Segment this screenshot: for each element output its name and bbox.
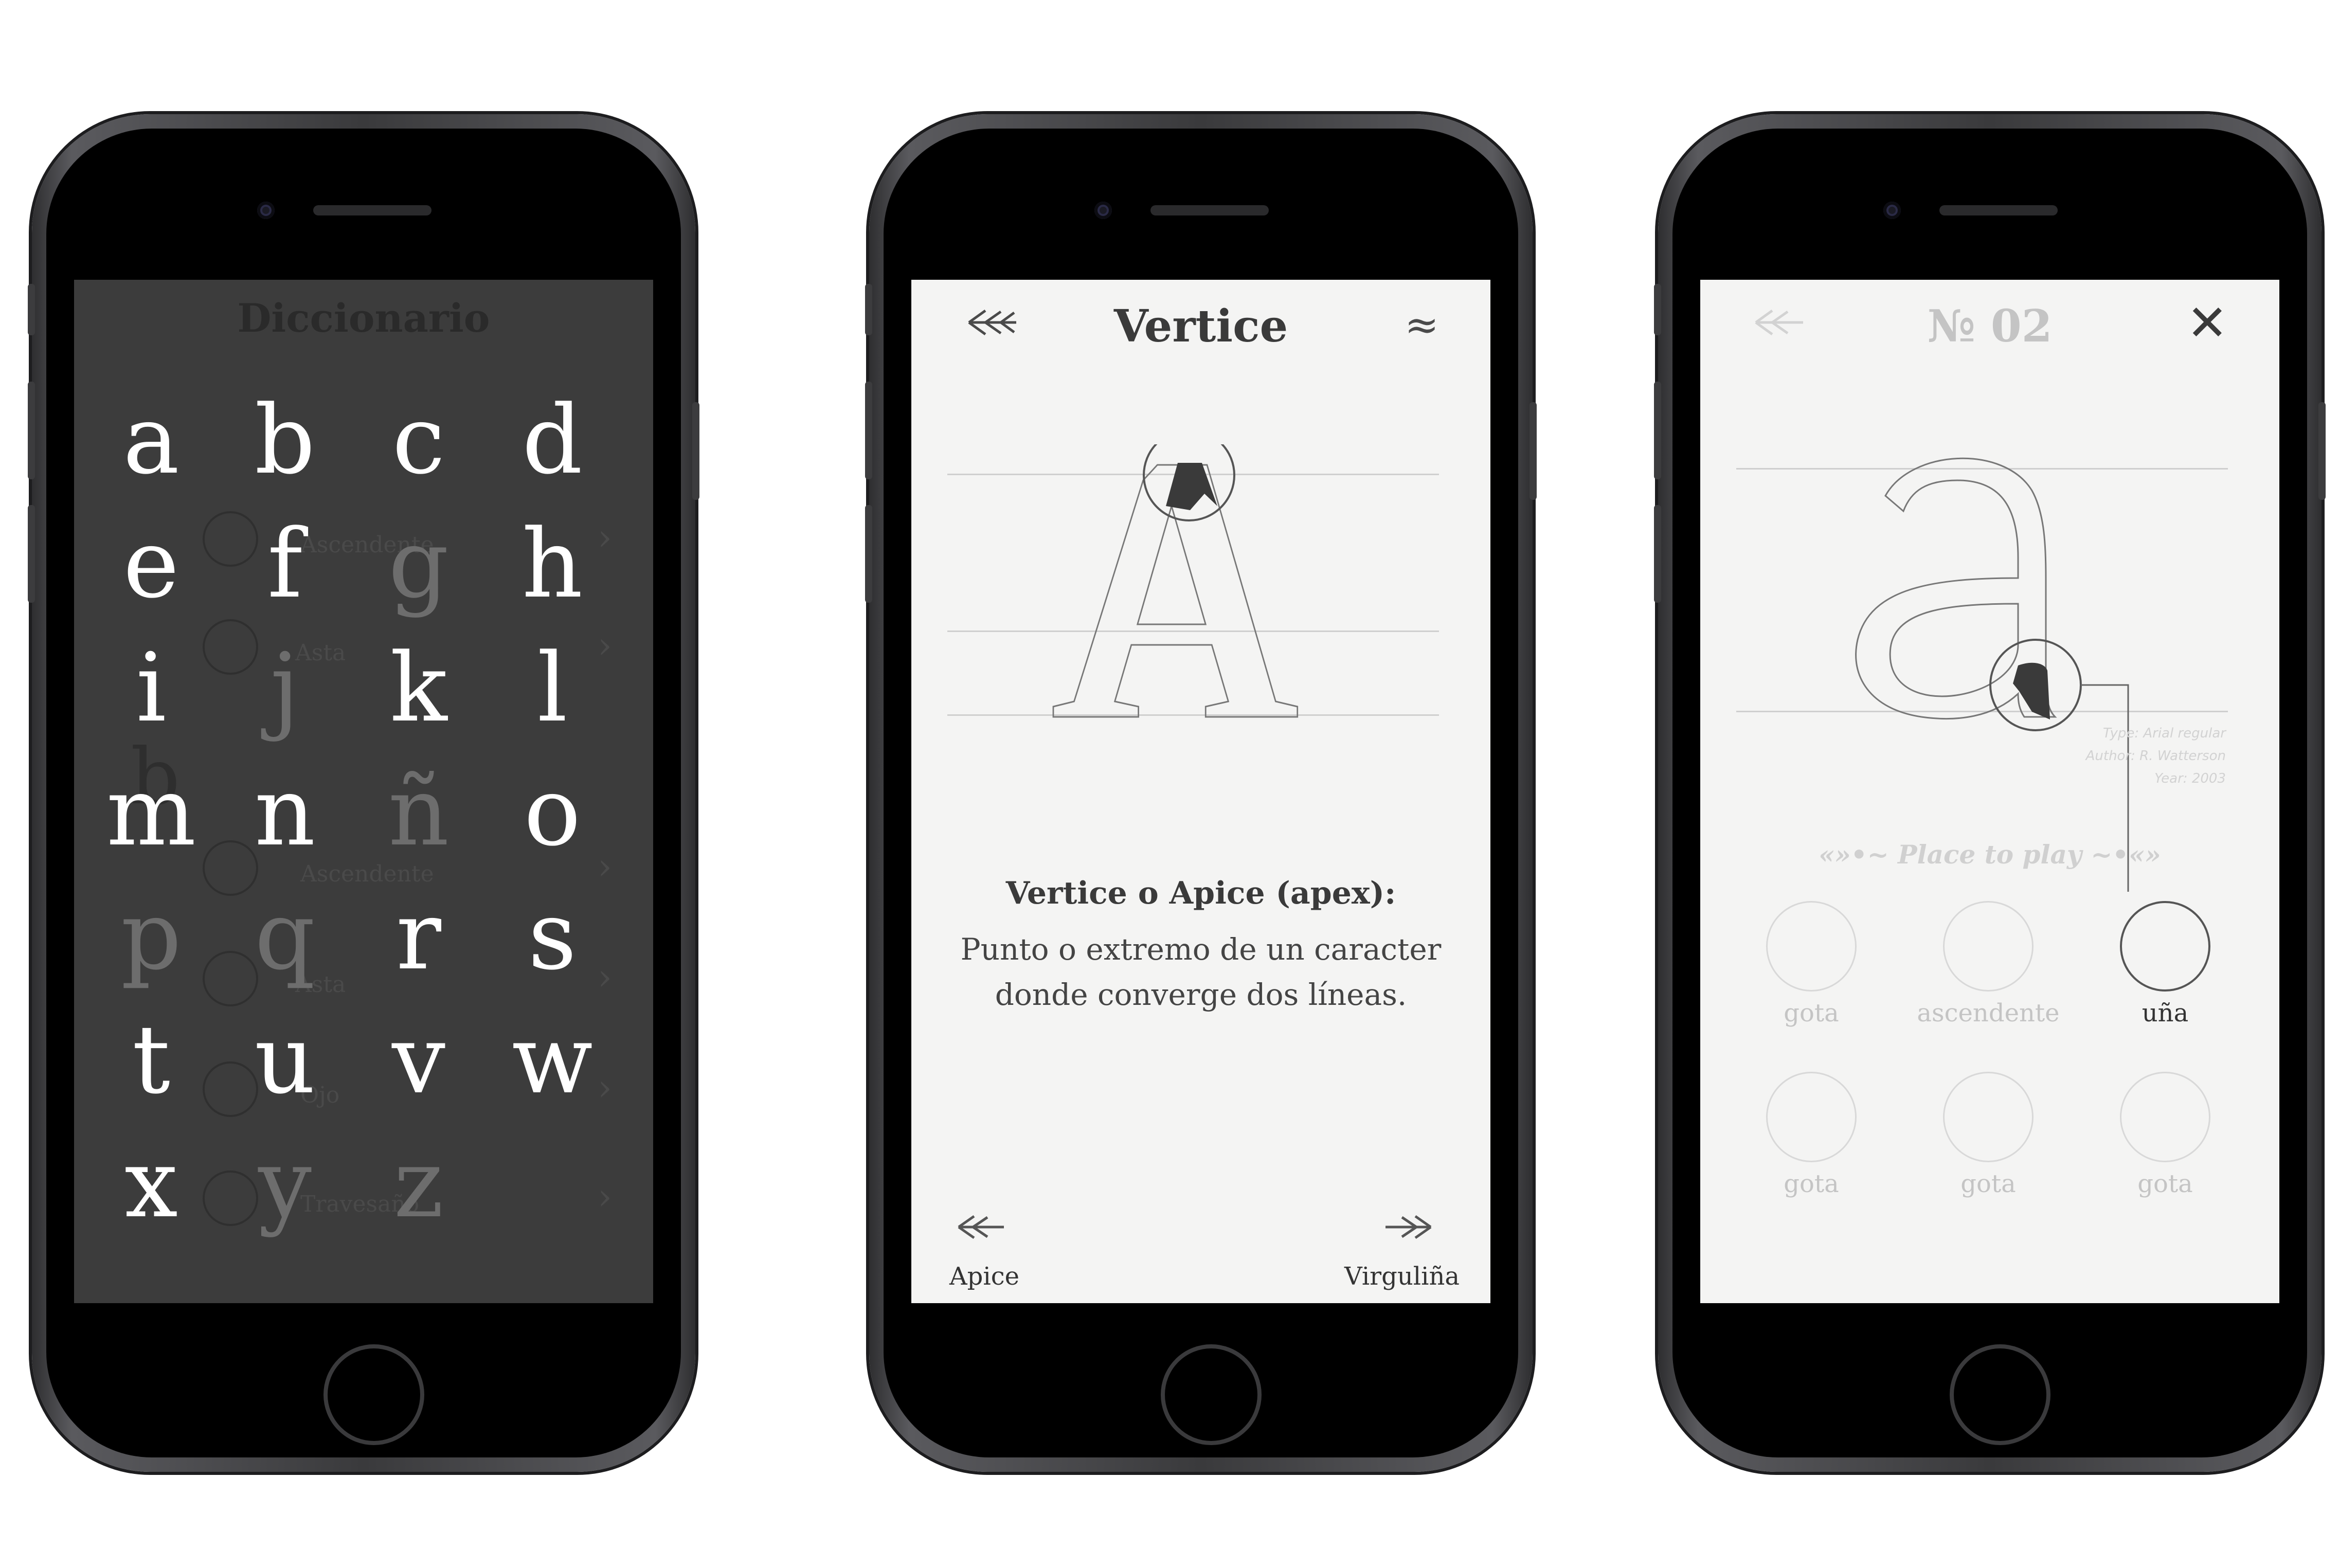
volume-down-button xyxy=(28,505,35,603)
description-body: Punto o extremo de un caracter donde con… xyxy=(952,927,1449,1017)
answer-slot-label: ascendente xyxy=(1917,999,2060,1028)
term-title: Vertice xyxy=(1113,300,1288,352)
mute-switch xyxy=(28,284,35,335)
letter-o[interactable]: o xyxy=(501,765,604,859)
metadata-type: Type: Arial regular xyxy=(2102,726,2226,741)
letter-v[interactable]: v xyxy=(367,1013,470,1107)
letter-y: y xyxy=(258,1129,312,1239)
description-line: Punto o extremo de un caracter xyxy=(960,932,1442,967)
metadata-year: Year: 2003 xyxy=(2154,771,2226,786)
answer-slot[interactable] xyxy=(1943,1072,2034,1162)
mute-switch xyxy=(865,284,872,335)
font-metadata: Type: Arial regular Author: R. Watterson… xyxy=(2086,722,2226,790)
volume-up-button xyxy=(28,382,35,479)
answer-slot[interactable] xyxy=(1766,901,1857,992)
letter-h[interactable]: h xyxy=(501,517,604,611)
quiz-screen: № 02 ✕ Type: Arial regular Author: R. Wa… xyxy=(1700,280,2279,1303)
play-area-label: «»•~ Place to play ~•«» xyxy=(1819,839,2161,870)
letter-f[interactable]: f xyxy=(233,517,336,611)
mute-switch xyxy=(1654,284,1661,335)
prev-term-link[interactable]: Apice xyxy=(949,1262,1019,1291)
menu-icon[interactable]: ≈ xyxy=(1405,304,1439,346)
page-title: Diccionario xyxy=(237,295,490,341)
answer-slot[interactable] xyxy=(1766,1072,1857,1162)
prev-arrow-icon[interactable] xyxy=(956,1207,1007,1255)
earpiece-speaker xyxy=(1939,205,2058,215)
letter-l[interactable]: l xyxy=(501,641,604,735)
answer-slot[interactable] xyxy=(2120,1072,2210,1162)
home-button[interactable] xyxy=(323,1344,424,1445)
letter-c[interactable]: c xyxy=(367,393,470,488)
letter-ñ: ñ xyxy=(388,757,449,867)
answer-slot-label: gota xyxy=(1960,1169,2016,1198)
power-button xyxy=(1530,402,1537,500)
answer-slot-label: gota xyxy=(2137,1169,2193,1198)
letter-u[interactable]: u xyxy=(233,1013,336,1107)
letter-s[interactable]: s xyxy=(501,889,604,983)
letter-j: j xyxy=(270,633,300,743)
phone-1: Diccionario b Ascendente › Asta › Ascendente… xyxy=(28,114,699,1472)
letter-t[interactable]: t xyxy=(100,1013,203,1107)
phone-3: № 02 ✕ Type: Arial regular Author: R. Wa… xyxy=(1654,114,2326,1472)
letter-e[interactable]: e xyxy=(100,517,203,611)
metadata-author: Author: R. Watterson xyxy=(2085,748,2226,764)
phone-2: Vertice ≈ Vertice o Apice (apex): Punto … xyxy=(865,114,1537,1472)
letter-z: z xyxy=(393,1129,444,1239)
chevron-right-icon: › xyxy=(598,1176,612,1218)
volume-up-button xyxy=(865,382,872,479)
home-button[interactable] xyxy=(1161,1344,1262,1445)
earpiece-speaker xyxy=(1150,205,1269,215)
letter-w[interactable]: w xyxy=(501,1013,604,1107)
description-line: donde converge dos líneas. xyxy=(995,977,1407,1012)
letter-n[interactable]: n xyxy=(233,765,336,859)
volume-down-button xyxy=(865,505,872,603)
letter-a[interactable]: a xyxy=(100,393,203,488)
volume-down-button xyxy=(1654,505,1661,603)
dictionary-screen: Diccionario b Ascendente › Asta › Ascendente… xyxy=(74,280,653,1303)
close-icon[interactable]: ✕ xyxy=(2187,298,2228,348)
letter-i[interactable]: i xyxy=(100,641,203,735)
answer-slot-label: gota xyxy=(1784,999,1839,1028)
answer-slot[interactable] xyxy=(2120,901,2210,992)
earpiece-speaker xyxy=(313,205,431,215)
term-detail-screen: Vertice ≈ Vertice o Apice (apex): Punto … xyxy=(911,280,1490,1303)
home-button[interactable] xyxy=(1950,1344,2050,1445)
next-term-link[interactable]: Virguliña xyxy=(1344,1262,1460,1291)
front-camera xyxy=(1883,202,1901,219)
letter-x[interactable]: x xyxy=(100,1137,203,1231)
letter-k[interactable]: k xyxy=(367,641,470,735)
letter-q: q xyxy=(255,881,315,991)
next-arrow-icon[interactable] xyxy=(1382,1207,1434,1255)
front-camera xyxy=(1094,202,1112,219)
front-camera xyxy=(257,202,275,219)
power-button xyxy=(692,402,699,500)
glyph-illustration xyxy=(1052,444,1299,718)
letter-g: g xyxy=(388,509,449,619)
letter-d[interactable]: d xyxy=(501,393,604,488)
letter-p: p xyxy=(121,881,182,991)
volume-up-button xyxy=(1654,382,1661,479)
description-title: Vertice o Apice (apex): xyxy=(1005,875,1396,911)
letter-r[interactable]: r xyxy=(367,889,470,983)
power-button xyxy=(2318,402,2326,500)
letter-m[interactable]: m xyxy=(100,765,203,859)
answer-slot-label: uña xyxy=(2142,999,2189,1028)
answer-slot[interactable] xyxy=(1943,901,2034,992)
answer-slot-label: gota xyxy=(1784,1169,1839,1198)
letter-b[interactable]: b xyxy=(233,393,336,488)
